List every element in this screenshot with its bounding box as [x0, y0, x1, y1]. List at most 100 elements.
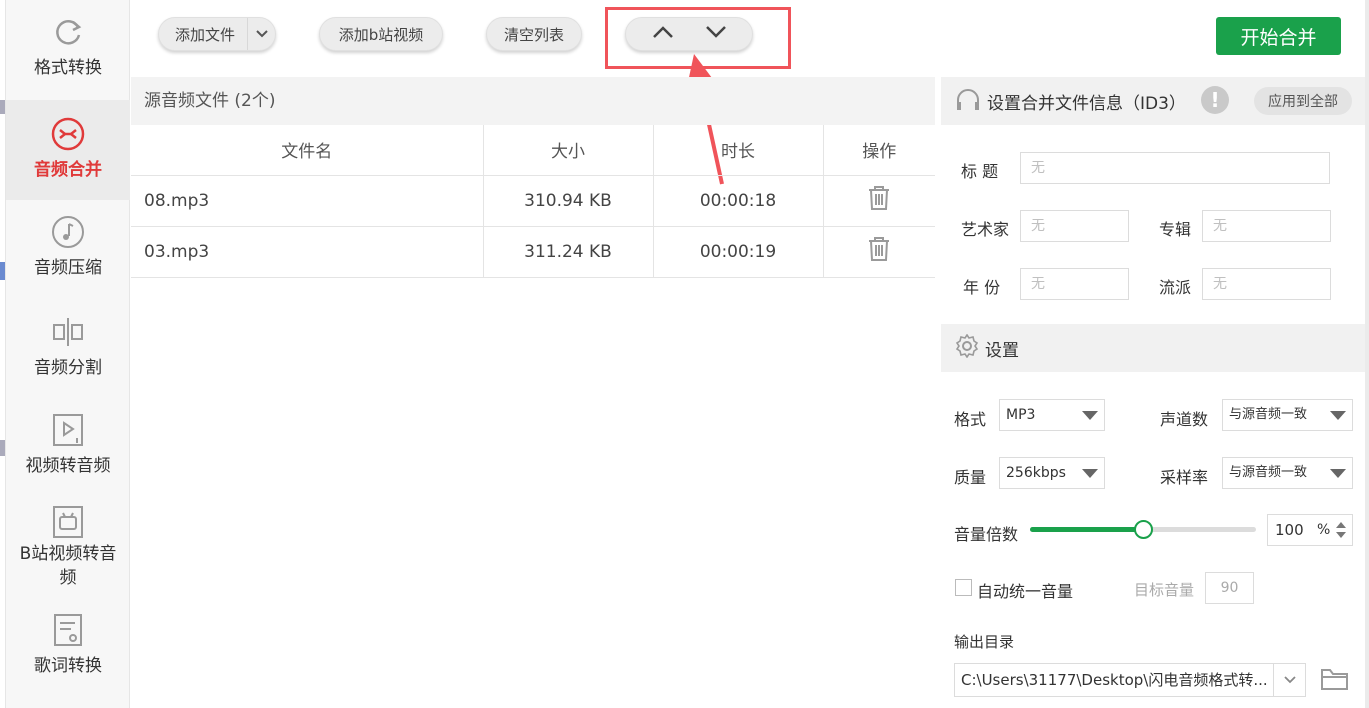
file-table: 文件名 大小 时长 操作 08.mp3 310.94 KB 00:00:18 0…: [131, 125, 935, 278]
file-size: 310.94 KB: [483, 175, 654, 227]
sidebar-item-label: 歌词转换: [34, 656, 102, 676]
table-row[interactable]: 08.mp3 310.94 KB 00:00:18: [131, 175, 935, 227]
add-file-button[interactable]: 添加文件: [158, 17, 276, 51]
target-volume-label: 目标音量: [1134, 581, 1195, 599]
output-path-value: C:\Users\31177\Desktop\闪电音频格式转...: [961, 671, 1268, 689]
table-row[interactable]: 03.mp3 311.24 KB 00:00:19: [131, 226, 935, 278]
format-select[interactable]: MP3: [999, 399, 1105, 431]
output-path-select[interactable]: C:\Users\31177\Desktop\闪电音频格式转...: [954, 663, 1306, 697]
dropdown-arrow-icon: [1330, 411, 1346, 420]
trash-icon[interactable]: [867, 186, 891, 216]
output-dir-label: 输出目录: [954, 633, 1015, 651]
file-duration: 00:00:18: [653, 175, 824, 227]
clear-list-button[interactable]: 清空列表: [486, 17, 582, 51]
channels-select[interactable]: 与源音频一致: [1222, 399, 1353, 431]
artist-input[interactable]: 无: [1020, 210, 1129, 242]
add-file-label: 添加文件: [175, 25, 236, 44]
sidebar-item-label: 音频压缩: [34, 258, 102, 278]
title-input[interactable]: 无: [1020, 152, 1330, 184]
auto-volume-checkbox[interactable]: [955, 579, 972, 596]
sidebar-item-video-to-audio[interactable]: 视频转音频: [6, 412, 130, 492]
format-label: 格式: [954, 410, 987, 429]
id3-panel-title: 设置合并文件信息（ID3）: [987, 93, 1186, 114]
target-volume-input[interactable]: 90: [1205, 572, 1254, 604]
sidebar-item-audio-compress[interactable]: 音频压缩: [6, 214, 130, 294]
delete-cell: [823, 226, 935, 278]
sidebar-item-lyrics-convert[interactable]: 歌词转换: [6, 612, 130, 692]
file-size: 311.24 KB: [483, 226, 654, 278]
apply-to-all-label: 应用到全部: [1268, 94, 1338, 110]
chevron-down-icon[interactable]: [247, 18, 275, 50]
format-value: MP3: [1006, 407, 1036, 423]
volume-slider-handle[interactable]: [1134, 520, 1153, 539]
title-label: 标 题: [961, 162, 999, 181]
scrollbar[interactable]: [1365, 0, 1369, 708]
sample-rate-value: 与源音频一致: [1229, 465, 1308, 480]
add-bilibili-label: 添加b站视频: [338, 25, 424, 44]
sidebar-item-audio-split[interactable]: 音频分割: [6, 314, 130, 394]
volume-unit: %: [1317, 522, 1331, 538]
column-header-size: 大小: [483, 125, 654, 176]
quality-select[interactable]: 256kbps: [999, 457, 1105, 489]
file-name: 03.mp3: [131, 226, 484, 278]
apply-to-all-button[interactable]: 应用到全部: [1254, 87, 1352, 115]
split-icon: [50, 314, 86, 350]
volume-input[interactable]: 100 %: [1267, 514, 1353, 546]
dropdown-arrow-icon: [1082, 411, 1098, 420]
start-merge-button[interactable]: 开始合并: [1216, 17, 1341, 55]
folder-icon[interactable]: [1320, 666, 1350, 696]
lyrics-icon: [50, 612, 86, 648]
volume-value: 100: [1275, 521, 1304, 539]
music-note-icon: [50, 214, 86, 250]
video-icon: [50, 412, 86, 448]
column-header-filename: 文件名: [131, 125, 484, 176]
year-input[interactable]: 无: [1020, 268, 1129, 300]
start-merge-label: 开始合并: [1240, 26, 1317, 49]
sidebar-item-label: 音频分割: [34, 358, 102, 378]
sample-rate-select[interactable]: 与源音频一致: [1222, 457, 1353, 489]
spinner-arrows-icon[interactable]: [1335, 520, 1347, 550]
album-label: 专辑: [1159, 220, 1192, 239]
volume-slider-fill: [1030, 527, 1143, 532]
sidebar-item-audio-merge[interactable]: 音频合并: [6, 100, 130, 200]
genre-label: 流派: [1159, 278, 1192, 297]
settings-panel-header: 设置: [941, 324, 1369, 372]
sidebar-item-label: B站视频转音频: [19, 544, 117, 588]
dropdown-arrow-icon: [1082, 469, 1098, 478]
sidebar-item-format-convert[interactable]: 格式转换: [6, 14, 130, 94]
file-list-header: 源音频文件 (2个): [131, 77, 935, 125]
bilibili-icon: [50, 504, 86, 540]
genre-input[interactable]: 无: [1202, 268, 1331, 300]
channels-value: 与源音频一致: [1229, 407, 1308, 422]
quality-value: 256kbps: [1006, 465, 1066, 481]
trash-icon[interactable]: [867, 237, 891, 267]
column-header-duration: 时长: [653, 125, 824, 176]
headphones-icon: [955, 87, 981, 116]
volume-slider[interactable]: [1030, 520, 1256, 539]
sidebar: 格式转换 音频合并 音频压缩 音频分割 视频转音频 B站视频转音频 歌词转换: [6, 0, 130, 708]
sidebar-item-bilibili-to-audio[interactable]: B站视频转音频: [6, 504, 130, 600]
dropdown-arrow-icon: [1330, 469, 1346, 478]
merge-icon: [50, 116, 86, 152]
file-duration: 00:00:19: [653, 226, 824, 278]
sidebar-item-label: 格式转换: [34, 58, 102, 78]
quality-label: 质量: [954, 468, 987, 487]
volume-label: 音量倍数: [954, 525, 1019, 544]
sample-rate-label: 采样率: [1160, 468, 1209, 487]
sidebar-item-label: 音频合并: [34, 160, 102, 180]
sidebar-item-label: 视频转音频: [25, 456, 111, 476]
refresh-icon: [50, 14, 86, 50]
delete-cell: [823, 175, 935, 227]
artist-label: 艺术家: [961, 220, 1010, 239]
settings-panel-title: 设置: [985, 340, 1019, 361]
chevron-down-icon[interactable]: [1273, 664, 1305, 696]
year-label: 年 份: [963, 278, 1001, 297]
column-header-actions: 操作: [823, 125, 935, 176]
channels-label: 声道数: [1160, 410, 1209, 429]
add-bilibili-video-button[interactable]: 添加b站视频: [319, 17, 443, 51]
gear-icon: [955, 333, 979, 363]
album-input[interactable]: 无: [1202, 210, 1331, 242]
auto-volume-label: 自动统一音量: [977, 582, 1074, 601]
clear-list-label: 清空列表: [503, 25, 564, 44]
info-icon[interactable]: !: [1201, 86, 1229, 114]
